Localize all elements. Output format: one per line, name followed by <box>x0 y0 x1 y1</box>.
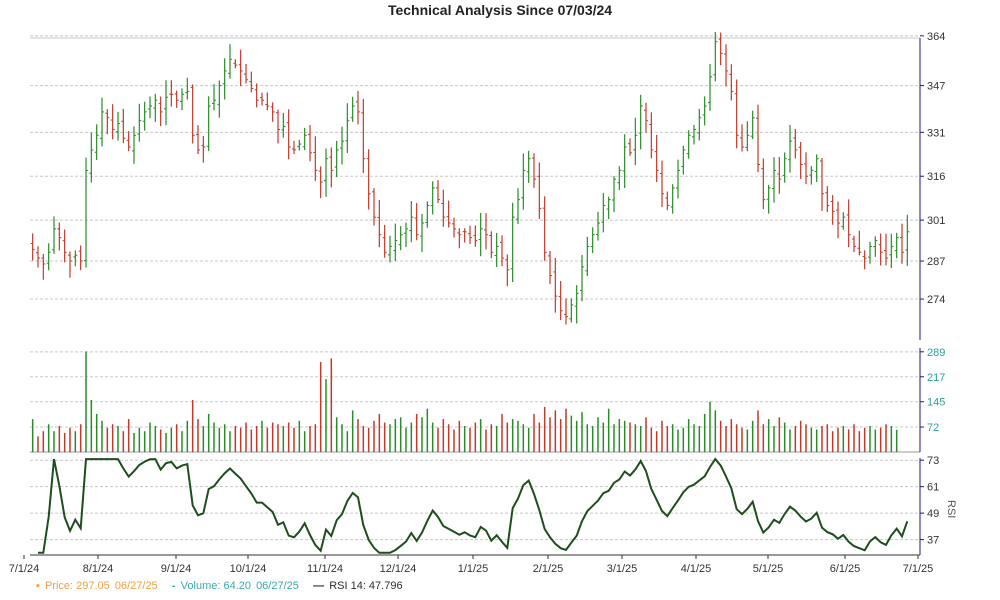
x-tick-label: 10/1/24 <box>230 563 267 575</box>
x-tick-label: 5/1/25 <box>753 563 784 575</box>
grid-lines <box>30 35 920 541</box>
chart-legend: ▪ Price: 297.05 06/27/25 - Volume: 64.20… <box>36 580 405 592</box>
rsi-tick-label: 37 <box>927 535 939 547</box>
price-candles <box>30 31 910 325</box>
rsi-legend: RSI 14: 47.796 <box>329 580 403 592</box>
rsi-tick-label: 49 <box>927 508 939 520</box>
x-tick-label: 6/1/25 <box>830 563 861 575</box>
axes: 274 287 301 316 331 347 364 72 145 217 289 37 49 61 73… <box>9 31 957 575</box>
price-tick-label: 316 <box>927 171 945 183</box>
price-legend-marker: ▪ <box>36 580 40 592</box>
technical-analysis-chart: 274 287 301 316 331 347 364 72 145 217 289 37 49 61 73… <box>9 31 957 575</box>
price-legend-date: 06/27/25 <box>114 580 158 592</box>
rsi-tick-label: 73 <box>927 455 939 467</box>
volume-legend: Volume: 64.20 <box>180 580 251 592</box>
x-tick-label: 11/1/24 <box>307 563 343 575</box>
rsi-tick-label: 61 <box>927 482 939 494</box>
price-tick-label: 364 <box>927 31 945 43</box>
x-tick-label: 4/1/25 <box>681 563 712 575</box>
volume-tick-label: 217 <box>927 372 945 384</box>
rsi-axis-label: RSI <box>945 500 957 518</box>
price-legend: Price: 297.05 <box>44 580 110 592</box>
x-tick-label: 9/1/24 <box>161 563 192 575</box>
volume-tick-label: 72 <box>927 422 939 434</box>
price-tick-label: 287 <box>927 256 945 268</box>
price-tick-label: 331 <box>927 127 945 139</box>
volume-tick-label: 289 <box>927 347 945 359</box>
x-tick-label: 3/1/25 <box>607 563 638 575</box>
x-tick-label: 7/1/24 <box>9 563 40 575</box>
x-tick-label: 2/1/25 <box>533 563 564 575</box>
volume-legend-date: 06/27/25 <box>256 580 299 592</box>
x-tick-label: 7/1/25 <box>903 563 934 575</box>
rsi-series-line <box>38 457 909 554</box>
x-tick-label: 1/1/25 <box>458 563 489 575</box>
rsi-line <box>38 457 909 554</box>
price-tick-label: 347 <box>927 81 945 93</box>
x-tick-label: 8/1/24 <box>83 563 114 575</box>
x-tick-label: 12/1/24 <box>380 563 417 575</box>
volume-tick-label: 145 <box>927 397 945 409</box>
volume-legend-marker: - <box>171 580 176 592</box>
price-tick-label: 274 <box>927 294 945 306</box>
rsi-legend-marker: — <box>313 580 325 592</box>
price-tick-label: 301 <box>927 215 945 227</box>
